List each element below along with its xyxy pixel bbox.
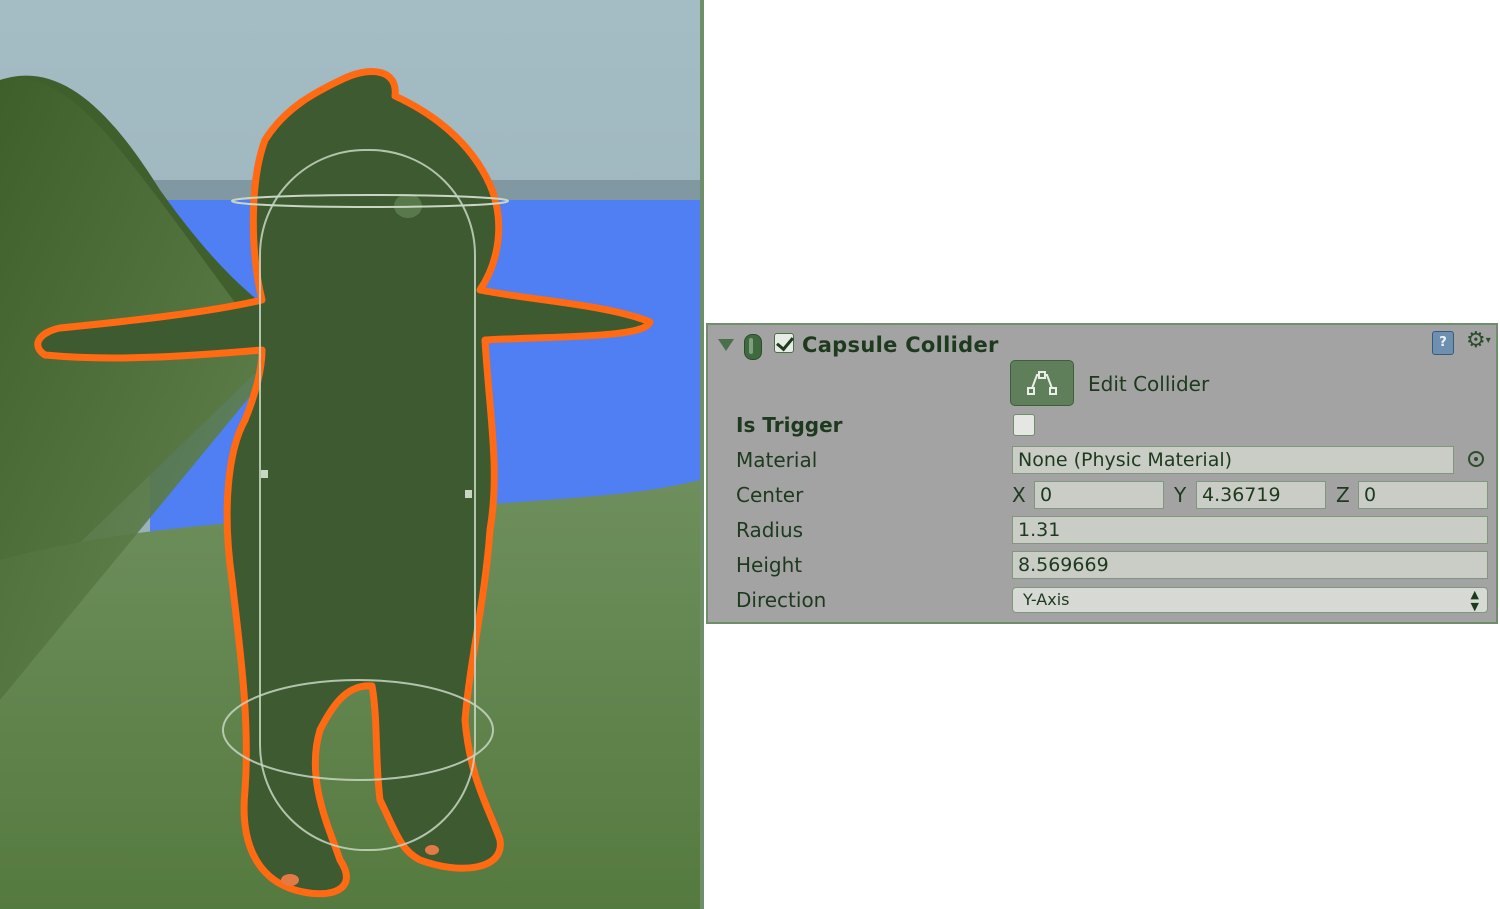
is-trigger-label: Is Trigger (736, 413, 843, 437)
edit-collider-button[interactable] (1010, 360, 1074, 406)
collider-handle-left (261, 470, 268, 478)
panel-divider[interactable] (700, 0, 704, 909)
character-toe (425, 845, 439, 855)
direction-dropdown[interactable]: Y-Axis ▲ ▼ (1012, 587, 1488, 613)
material-label: Material (736, 448, 818, 472)
center-z-label: Z (1336, 483, 1350, 507)
material-field[interactable]: None (Physic Material) (1012, 446, 1454, 474)
scene-view[interactable] (0, 0, 700, 909)
edit-collider-label: Edit Collider (1088, 372, 1210, 396)
gear-dropdown-caret-icon: ▾ (1485, 335, 1491, 346)
radius-label: Radius (736, 518, 804, 542)
center-label: Center (736, 483, 804, 507)
height-field[interactable]: 8.569669 (1012, 551, 1488, 579)
component-enabled-checkbox[interactable] (774, 333, 794, 353)
gear-icon[interactable]: ⚙▾ (1466, 329, 1491, 353)
center-y-field[interactable]: 4.36719 (1196, 481, 1326, 509)
is-trigger-checkbox[interactable] (1013, 414, 1035, 436)
center-x-label: X (1012, 483, 1026, 507)
object-picker-icon[interactable] (1468, 451, 1484, 467)
collider-handle-right (465, 490, 472, 498)
capsule-collider-inspector: Capsule Collider ? ⚙▾ Edit Collider Is T… (706, 323, 1498, 624)
component-header[interactable]: Capsule Collider ? ⚙▾ (708, 325, 1496, 365)
center-z-field[interactable]: 0 (1358, 481, 1488, 509)
dropdown-arrows-icon: ▲ ▼ (1470, 588, 1479, 613)
direction-value: Y-Axis (1023, 590, 1070, 609)
edit-shape-icon (1027, 371, 1057, 395)
center-x-field[interactable]: 0 (1034, 481, 1164, 509)
scene-viewport[interactable] (0, 0, 700, 909)
center-y-label: Y (1174, 483, 1187, 507)
capsule-collider-icon (744, 334, 762, 360)
height-label: Height (736, 553, 803, 577)
direction-label: Direction (736, 588, 827, 612)
component-title: Capsule Collider (802, 333, 999, 357)
character-toe (281, 874, 299, 886)
foldout-arrow-icon[interactable] (718, 339, 734, 351)
radius-field[interactable]: 1.31 (1012, 516, 1488, 544)
help-book-icon[interactable]: ? (1432, 331, 1454, 355)
